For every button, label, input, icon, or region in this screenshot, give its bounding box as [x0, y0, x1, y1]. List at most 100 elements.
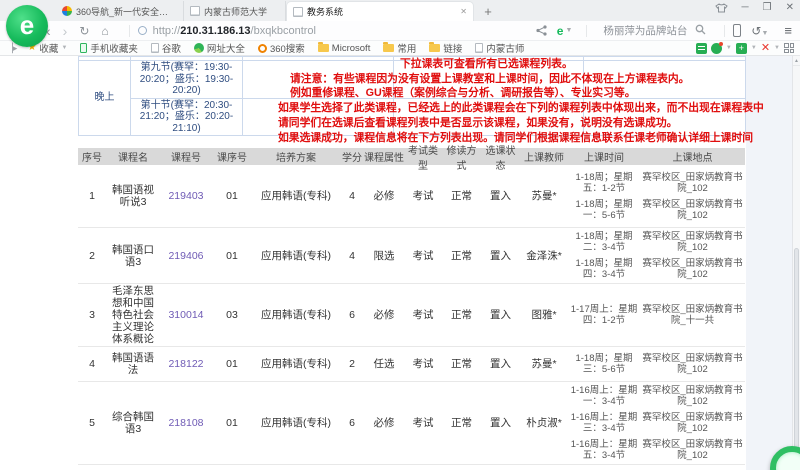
cell-teacher: 朴贞淑* [520, 416, 568, 430]
tab-title: 360导航_新一代安全上网导航 [76, 5, 177, 18]
bookmark-item[interactable]: 手机收藏夹 [80, 41, 138, 55]
session: 1-18周；星期五：1-2节赛罕校区_田家炳教育书院_102 [568, 172, 745, 194]
cell-attribute: 任选 [364, 357, 404, 371]
cell-program: 应用韩语(专科) [252, 416, 340, 430]
column-header: 课程号 [160, 149, 212, 164]
toolbar-right: e ▼ 杨丽萍为品牌站台 ↺▼ ≡ [536, 22, 800, 40]
cell-code[interactable]: 218108 [160, 416, 212, 430]
session-place: 赛罕校区_田家炳教育书院_102 [640, 172, 745, 194]
cell-name: 韩国语语法 [106, 351, 160, 377]
session: 1-18周；星期二：3-4节赛罕校区_田家炳教育书院_102 [568, 231, 745, 253]
session-time: 1-16周上：星期五：3-4节 [568, 439, 640, 461]
bookmark-label: 常用 [397, 41, 416, 55]
maximize-button[interactable]: ❒ [763, 2, 772, 14]
bookmark-item[interactable]: Microsoft [318, 43, 371, 54]
browser-tab[interactable]: 内蒙古师范大学 [184, 1, 286, 21]
cell-credits: 6 [340, 308, 364, 322]
cell-code[interactable]: 310014 [160, 308, 212, 322]
refresh-icon[interactable]: ↻ [79, 24, 89, 38]
bookmark-item[interactable]: 内蒙古师 [475, 41, 524, 55]
selected-courses-table: 序号课程名课程号课序号培养方案学分课程属性考试类型修读方式选课状态上课教师上课时… [78, 148, 745, 470]
column-header: 上课教师 [520, 149, 568, 164]
restore-tabs-icon[interactable]: ↺▼ [751, 24, 774, 38]
session-place: 赛罕校区_田家炳教育书院_十一共 [640, 304, 745, 326]
column-header: 选课状态 [481, 142, 520, 172]
bookmark-item[interactable]: 谷歌 [151, 41, 181, 55]
browser-menu-icon[interactable]: e [557, 24, 564, 38]
browser-logo-icon[interactable]: e [6, 5, 48, 47]
sessions: 1-16周上：星期一：3-4节赛罕校区_田家炳教育书院_1021-16周上：星期… [568, 382, 745, 464]
cell-code[interactable]: 219406 [160, 249, 212, 263]
cell-status: 置入 [481, 416, 520, 430]
session-time: 1-16周上：星期三：3-4节 [568, 412, 640, 434]
address-bar[interactable]: http://210.31.186.13/bxqkbcontrol [153, 25, 316, 37]
bookmark-item[interactable]: 链接 [429, 41, 462, 55]
skin-icon[interactable] [715, 3, 728, 13]
cell-code[interactable]: 219403 [160, 189, 212, 203]
browser-tab[interactable]: 360导航_新一代安全上网导航 [56, 1, 184, 21]
chevron-down-icon[interactable]: ▼ [565, 27, 572, 34]
cell-exam_type: 考试 [404, 249, 442, 263]
notice-line: 例如重修课程、GU课程（案例综合与分析、调研报告等）、专业实习等。 [290, 86, 764, 101]
phone-green-icon [80, 43, 87, 53]
session: 1-18周；星期三：5-6节赛罕校区_田家炳教育书院_102 [568, 353, 745, 375]
search-input[interactable]: 杨丽萍为品牌站台 [603, 23, 687, 38]
cell-seq: 1 [78, 189, 106, 203]
session-place: 赛罕校区_田家炳教育书院_102 [640, 258, 745, 280]
chevron-down-icon[interactable]: ▼ [61, 45, 67, 51]
bookmark-item[interactable]: 360搜索 [258, 41, 305, 55]
tab-strip: 360导航_新一代安全上网导航内蒙古师范大学教务系统✕ [56, 1, 474, 21]
search-icon[interactable] [695, 22, 716, 40]
cell-teacher: 图雅* [520, 308, 568, 322]
cell-credits: 2 [340, 357, 364, 371]
session-place: 赛罕校区_田家炳教育书院_102 [640, 412, 745, 434]
share-icon[interactable] [536, 25, 547, 36]
url-host: 210.31.186.13 [180, 25, 250, 37]
scrollbar-thumb[interactable] [794, 248, 799, 456]
extension-icons: ▼ + ▼ ✕ ▼ [696, 43, 794, 54]
column-header: 课程名 [106, 149, 160, 164]
column-header: 课序号 [212, 149, 252, 164]
close-window-button[interactable]: ✕ [786, 2, 794, 14]
cell-status: 置入 [481, 249, 520, 263]
apps-grid-icon[interactable] [784, 43, 794, 53]
minimize-button[interactable]: ─ [742, 2, 749, 14]
cell-class_no: 01 [212, 249, 252, 263]
cell-seq: 4 [78, 357, 106, 371]
home-icon[interactable]: ⌂ [101, 24, 108, 38]
page-icon [293, 7, 303, 17]
cell-class_no: 01 [212, 416, 252, 430]
close-tab-icon[interactable]: ✕ [460, 7, 467, 16]
session-place: 赛罕校区_田家炳教育书院_102 [640, 385, 745, 407]
scroll-up-icon[interactable]: ▲ [793, 56, 800, 66]
browser-tab[interactable]: 教务系统✕ [286, 1, 474, 21]
cell-teacher: 苏曼* [520, 189, 568, 203]
chevron-down-icon[interactable]: ▼ [774, 45, 780, 51]
bookmark-item[interactable]: 网址大全 [194, 41, 245, 55]
window-controls: ─ ❒ ✕ [715, 2, 794, 14]
folder-icon [429, 44, 440, 52]
column-header: 序号 [78, 149, 106, 164]
hamburger-menu-icon[interactable]: ≡ [784, 23, 792, 38]
session-place: 赛罕校区_田家炳教育书院_102 [640, 199, 745, 221]
schedule-time-label: 晚上 [79, 61, 131, 136]
chevron-down-icon[interactable]: ▼ [726, 45, 732, 51]
forward-icon[interactable]: › [63, 24, 68, 38]
url-protocol: http:// [153, 25, 181, 37]
cell-attribute: 必修 [364, 189, 404, 203]
scrollbar[interactable]: ▲ [792, 56, 800, 470]
mobile-icon[interactable] [733, 24, 741, 37]
session: 1-16周上：星期五：3-4节赛罕校区_田家炳教育书院_102 [568, 439, 745, 461]
cell-code[interactable]: 218122 [160, 357, 212, 371]
session-time: 1-16周上：星期一：3-4节 [568, 385, 640, 407]
column-header: 学分 [340, 149, 364, 164]
extension-flash-icon[interactable]: ✕ [761, 43, 770, 54]
extension-security-icon[interactable] [711, 43, 722, 54]
extension-game-icon[interactable] [696, 43, 707, 54]
cell-seq: 3 [78, 308, 106, 322]
chevron-down-icon[interactable]: ▼ [751, 45, 757, 51]
cell-study_mode: 正常 [442, 249, 481, 263]
extension-download-icon[interactable]: + [736, 43, 747, 54]
bookmark-item[interactable]: 常用 [383, 41, 416, 55]
new-tab-button[interactable]: + [478, 3, 498, 21]
